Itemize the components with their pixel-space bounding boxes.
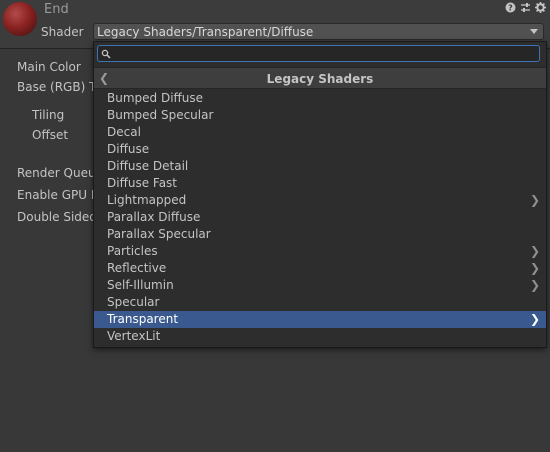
shader-list-item-label: Decal — [107, 125, 141, 139]
shader-list-item[interactable]: Decal — [94, 124, 546, 141]
shader-list-item[interactable]: Bumped Specular — [94, 107, 546, 124]
shader-list-item[interactable]: Parallax Diffuse — [94, 209, 546, 226]
shader-list-item-label: Diffuse Detail — [107, 159, 189, 173]
settings-sliders-icon[interactable] — [520, 2, 531, 16]
shader-dropdown-value: Legacy Shaders/Transparent/Diffuse — [97, 25, 314, 39]
shader-search-input[interactable] — [114, 46, 534, 61]
property-double-sided-gi: Double Sided — [17, 210, 97, 224]
shader-list-item-label: Particles — [107, 244, 158, 258]
shader-list-item[interactable]: Diffuse Detail — [94, 158, 546, 175]
dropdown-arrow-icon — [530, 29, 538, 34]
shader-list-item[interactable]: Transparent ❯ — [94, 311, 546, 328]
shader-list-item-label: Parallax Diffuse — [107, 210, 201, 224]
shader-list-item-label: VertexLit — [107, 329, 161, 343]
search-icon — [101, 48, 111, 59]
shader-list-item-label: Reflective — [107, 261, 167, 275]
svg-text:?: ? — [508, 4, 513, 13]
shader-list-item[interactable]: VertexLit — [94, 328, 546, 345]
submenu-chevron-icon: ❯ — [529, 278, 540, 292]
shader-list-item-label: Bumped Diffuse — [107, 91, 204, 105]
shader-dropdown[interactable]: Legacy Shaders/Transparent/Diffuse — [93, 23, 544, 40]
shader-list-item-label: Specular — [107, 295, 160, 309]
gear-icon[interactable] — [535, 2, 546, 16]
material-preview-sphere — [3, 2, 37, 36]
shader-list-item[interactable]: Parallax Specular — [94, 226, 546, 243]
submenu-chevron-icon: ❯ — [529, 312, 540, 326]
shader-list-item-label: Parallax Specular — [107, 227, 211, 241]
property-enable-gpu-instancing: Enable GPU In — [17, 188, 102, 202]
shader-list-item-label: Transparent — [107, 312, 179, 326]
shader-list-item[interactable]: Specular — [94, 294, 546, 311]
shader-list-item[interactable]: Diffuse Fast — [94, 175, 546, 192]
breadcrumb-title: Legacy Shaders — [266, 72, 374, 86]
submenu-chevron-icon: ❯ — [529, 193, 540, 207]
shader-list-item-label: Self-Illumin — [107, 278, 174, 292]
shader-list-item[interactable]: Lightmapped ❯ — [94, 192, 546, 209]
shader-list-item[interactable]: Self-Illumin ❯ — [94, 277, 546, 294]
material-name: End — [44, 2, 69, 17]
submenu-chevron-icon: ❯ — [529, 244, 540, 258]
shader-list-item-label: Bumped Specular — [107, 108, 214, 122]
shader-selector-popup: ❮ Legacy Shaders Bumped Diffuse Bumped Sp… — [93, 41, 547, 348]
shader-list-item[interactable]: Diffuse — [94, 141, 546, 158]
shader-list-item-label: Diffuse Fast — [107, 176, 178, 190]
shader-list-item[interactable]: Particles ❯ — [94, 243, 546, 260]
submenu-chevron-icon: ❯ — [529, 261, 540, 275]
shader-list-item[interactable]: Reflective ❯ — [94, 260, 546, 277]
shader-list-item-label: Diffuse — [107, 142, 150, 156]
property-offset: Offset — [32, 128, 69, 142]
property-tiling: Tiling — [32, 108, 65, 122]
property-base-texture: Base (RGB) T — [17, 80, 97, 94]
property-render-queue: Render Queue — [17, 166, 103, 180]
help-icon[interactable]: ? — [505, 2, 516, 16]
shader-search-box[interactable] — [97, 45, 540, 62]
shader-list-item[interactable]: Bumped Diffuse — [94, 90, 546, 107]
breadcrumb: ❮ Legacy Shaders — [94, 67, 546, 89]
shader-label: Shader — [41, 25, 84, 39]
shader-list-item-label: Lightmapped — [107, 193, 187, 207]
property-main-color: Main Color — [17, 60, 81, 74]
